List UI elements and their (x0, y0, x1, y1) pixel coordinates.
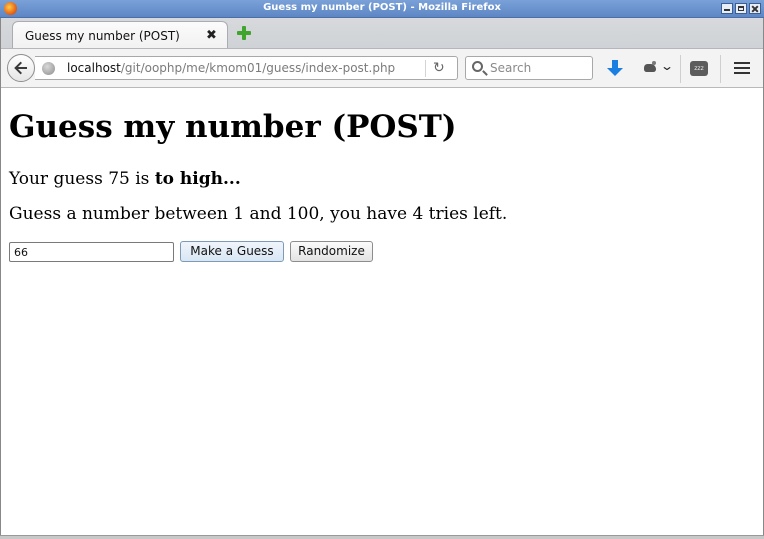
url-bar[interactable]: localhost/git/oophp/me/kmom01/guess/inde… (35, 56, 458, 80)
tab-strip: Guess my number (POST) ✖ (0, 18, 764, 49)
site-identity-globe-icon[interactable] (42, 62, 55, 75)
url-text[interactable]: localhost/git/oophp/me/kmom01/guess/inde… (67, 61, 395, 75)
tab-close-icon[interactable]: ✖ (206, 28, 217, 43)
back-button[interactable] (7, 54, 35, 82)
window-close-icon[interactable] (749, 3, 761, 14)
url-bar-divider (425, 60, 426, 77)
search-icon (472, 61, 483, 72)
result-emphasis: to high... (154, 169, 241, 189)
guess-result: Your guess 75 is to high... (9, 169, 241, 189)
search-placeholder: Search (490, 61, 532, 75)
guess-input[interactable] (9, 242, 174, 262)
search-bar[interactable]: Search (465, 56, 593, 80)
back-arrow-icon (14, 61, 27, 75)
tab-guess-my-number[interactable]: Guess my number (POST) ✖ (12, 21, 228, 49)
download-arrow-icon[interactable] (607, 60, 623, 78)
url-host: localhost (67, 61, 121, 75)
window-title: Guess my number (POST) - Mozilla Firefox (263, 2, 501, 13)
toolbar-divider (720, 55, 721, 83)
randomize-button[interactable]: Randomize (290, 241, 373, 262)
hamburger-menu-icon[interactable] (734, 61, 750, 75)
addon-icon[interactable] (642, 61, 658, 75)
sleep-tab-icon[interactable]: zzz (690, 61, 708, 76)
page-content: Guess my number (POST) Your guess 75 is … (0, 89, 764, 535)
window-titlebar: Guess my number (POST) - Mozilla Firefox (0, 0, 764, 18)
chevron-down-icon[interactable]: ⌄ (660, 59, 674, 73)
maximize-icon[interactable] (735, 3, 747, 14)
window-bottom-border (0, 535, 764, 539)
navigation-toolbar: localhost/git/oophp/me/kmom01/guess/inde… (0, 48, 764, 88)
window-left-border (0, 18, 1, 539)
tab-label: Guess my number (POST) (25, 29, 180, 43)
toolbar-divider (680, 55, 681, 83)
new-tab-plus-icon[interactable] (237, 26, 251, 40)
minimize-icon[interactable] (721, 3, 733, 14)
result-prefix: Your guess 75 is (9, 169, 155, 189)
page-title: Guess my number (POST) (9, 109, 457, 145)
tries-info: Guess a number between 1 and 100, you ha… (9, 204, 508, 224)
make-guess-button[interactable]: Make a Guess (180, 241, 284, 262)
url-path: /git/oophp/me/kmom01/guess/index-post.ph… (120, 61, 396, 75)
reload-icon[interactable]: ↻ (433, 60, 445, 76)
